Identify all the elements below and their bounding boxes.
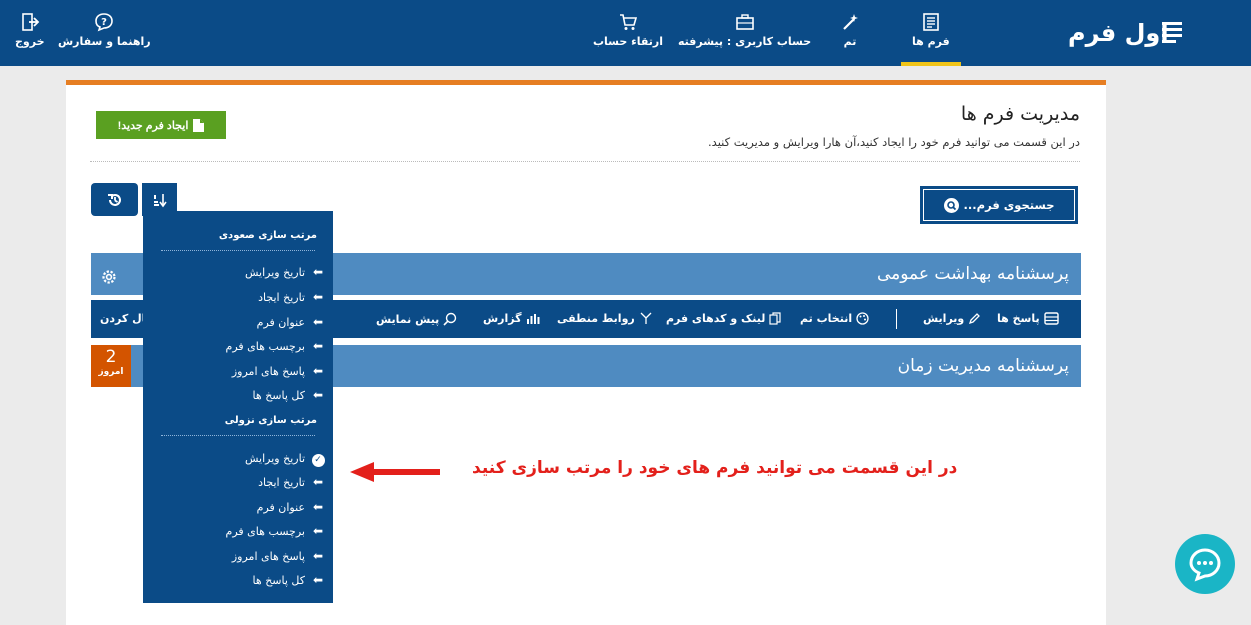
tool-logic-label: روابط منطقی xyxy=(557,312,635,325)
arrow-left-icon: ⬅ xyxy=(312,388,324,402)
descending-heading: مرتب سازی نزولی xyxy=(224,415,317,426)
sort-desc-title[interactable]: ⬅ عنوان فرم xyxy=(257,500,325,514)
sort-asc-title[interactable]: ⬅ عنوان فرم xyxy=(257,315,325,329)
tool-preview-label: پیش نمایش xyxy=(376,312,440,326)
form-list-icon xyxy=(923,13,939,31)
sort-asc-edit-date[interactable]: ⬅ تاریخ ویرایش xyxy=(245,265,325,279)
bar-chart-icon xyxy=(526,314,540,324)
today-responses-badge: 2 امروز xyxy=(91,345,131,387)
magic-wand-icon xyxy=(843,14,858,30)
nav-help-label: راهنما و سفارش xyxy=(58,35,151,48)
arrow-left-icon: ⬅ xyxy=(312,549,324,563)
sort-desc-total-responses[interactable]: ⬅ کل پاسخ ها xyxy=(253,573,325,587)
nav-forms[interactable]: فرم ها xyxy=(912,12,950,48)
arrow-left-icon: ⬅ xyxy=(312,524,324,538)
form-title: پرسشنامه بهداشت عمومی xyxy=(876,264,1069,284)
create-form-button[interactable]: ایجاد فرم جدید! xyxy=(96,111,226,139)
tool-preview[interactable]: پیش نمایش xyxy=(376,312,457,326)
create-form-label: ایجاد فرم جدید! xyxy=(117,119,189,132)
arrow-left-icon: ⬅ xyxy=(312,339,324,353)
nav-forms-label: فرم ها xyxy=(912,35,950,48)
tool-link-codes-label: لینک و کدهای فرم xyxy=(666,312,766,325)
pencil-icon xyxy=(969,313,981,325)
arrow-left-icon: ⬅ xyxy=(312,475,324,489)
sort-dropdown-menu: مرتب سازی صعودی ⬅ تاریخ ویرایش ⬅ تاریخ ایج… xyxy=(143,211,333,603)
svg-text:?: ? xyxy=(101,17,107,28)
top-navbar: اول فرم فرم ها تم حساب کاربری : پیشرفته … xyxy=(0,0,1251,66)
check-circle-icon: ✓ xyxy=(311,453,325,467)
search-form-button[interactable]: جستجوی فرم... xyxy=(920,186,1078,224)
arrow-left-icon: ⬅ xyxy=(312,500,324,514)
sort-asc-total-responses[interactable]: ⬅ کل پاسخ ها xyxy=(253,388,325,402)
annotation-text: در این قسمت می توانید فرم های خود را مرت… xyxy=(472,458,958,478)
tool-link-codes[interactable]: لینک و کدهای فرم xyxy=(666,312,782,325)
palette-icon xyxy=(856,312,869,325)
ascending-heading: مرتب سازی صعودی xyxy=(218,230,317,241)
nav-active-indicator xyxy=(901,62,961,66)
logout-icon xyxy=(21,13,40,31)
sort-desc-edit-date[interactable]: ✓ تاریخ ویرایش xyxy=(245,451,325,467)
copy-icon xyxy=(769,312,782,325)
tool-responses[interactable]: پاسخ ها xyxy=(997,312,1059,325)
tool-theme-select[interactable]: انتخاب تم xyxy=(800,312,869,325)
arrow-left-icon: ⬅ xyxy=(312,573,324,587)
tool-responses-label: پاسخ ها xyxy=(997,312,1040,325)
brand-logo[interactable]: اول فرم xyxy=(1066,14,1186,50)
help-bubble-icon: ? xyxy=(95,13,114,32)
search-icon xyxy=(943,197,959,213)
tool-report[interactable]: گزارش xyxy=(483,312,541,325)
nav-upgrade-label: ارتقاء حساب xyxy=(593,35,664,48)
chat-bubble-icon xyxy=(1189,548,1221,582)
inbox-icon xyxy=(1043,312,1059,325)
tool-edit[interactable]: ویرایش xyxy=(923,312,981,325)
sort-asc-tags[interactable]: ⬅ برچسب های فرم xyxy=(226,339,325,353)
nav-theme-label: تم xyxy=(843,35,857,48)
history-icon xyxy=(107,193,121,206)
menu-separator xyxy=(161,435,315,436)
nav-logout-label: خروج xyxy=(15,35,45,48)
tool-report-label: گزارش xyxy=(483,312,522,325)
nav-upgrade[interactable]: ارتقاء حساب xyxy=(593,12,663,48)
sort-asc-created-date[interactable]: ⬅ تاریخ ایجاد xyxy=(258,290,325,304)
briefcase-icon xyxy=(735,14,754,30)
nav-logout[interactable]: خروج xyxy=(15,12,45,48)
tool-theme-select-label: انتخاب تم xyxy=(800,312,853,325)
annotation-arrow-icon xyxy=(350,462,440,482)
sort-desc-created-date[interactable]: ⬅ تاریخ ایجاد xyxy=(258,475,325,489)
tool-edit-label: ویرایش xyxy=(923,312,965,325)
search-form-label: جستجوی فرم... xyxy=(963,198,1055,212)
arrow-left-icon: ⬅ xyxy=(312,265,324,279)
today-count: 2 xyxy=(105,347,117,367)
arrow-left-icon: ⬅ xyxy=(312,290,324,304)
history-button[interactable] xyxy=(91,183,138,216)
menu-separator xyxy=(161,250,315,251)
gear-icon[interactable] xyxy=(100,268,118,291)
sort-asc-today-responses[interactable]: ⬅ پاسخ های امروز xyxy=(232,364,325,378)
sort-desc-tags[interactable]: ⬅ برچسب های فرم xyxy=(226,524,325,538)
page-subtitle: در این قسمت می توانید فرم خود را ایجاد ک… xyxy=(708,135,1080,149)
page-title: مدیریت فرم ها xyxy=(960,103,1080,125)
cart-icon xyxy=(620,14,638,30)
nav-account[interactable]: حساب کاربری : پیشرفته xyxy=(678,12,811,48)
document-icon xyxy=(193,118,205,132)
arrow-left-icon: ⬅ xyxy=(312,364,324,378)
sort-desc-today-responses[interactable]: ⬅ پاسخ های امروز xyxy=(232,549,325,563)
toolbar-separator xyxy=(896,309,897,329)
nav-help[interactable]: ? راهنما و سفارش xyxy=(58,12,151,48)
chat-widget-button[interactable] xyxy=(1175,534,1235,594)
header-divider xyxy=(90,161,1080,162)
magnifier-icon xyxy=(443,312,457,326)
today-label: امروز xyxy=(98,367,124,377)
branch-icon xyxy=(640,312,652,324)
form-title: پرسشنامه مدیریت زمان xyxy=(897,356,1069,376)
sort-icon xyxy=(153,193,167,207)
nav-account-label: حساب کاربری : پیشرفته xyxy=(678,35,812,48)
nav-theme[interactable]: تم xyxy=(840,12,860,48)
svg-text:اول فرم: اول فرم xyxy=(1068,19,1169,47)
tool-logic[interactable]: روابط منطقی xyxy=(557,312,653,325)
arrow-left-icon: ⬅ xyxy=(312,315,324,329)
